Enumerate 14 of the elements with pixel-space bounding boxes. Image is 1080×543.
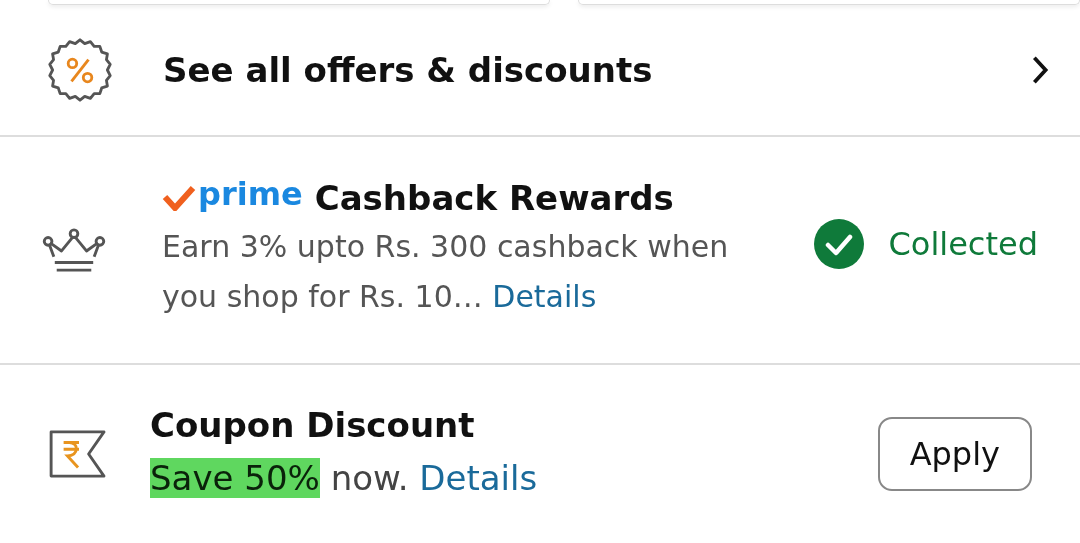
apply-button[interactable]: Apply — [877, 417, 1032, 491]
crown-icon — [40, 226, 108, 274]
offer-title: Cashback Rewards — [314, 178, 674, 218]
details-link[interactable]: Details — [419, 458, 538, 498]
offers-link[interactable]: See all offers & discounts — [163, 49, 1030, 90]
details-link[interactable]: Details — [492, 279, 597, 314]
offer-title: Coupon Discount — [150, 405, 476, 445]
offer-description: Earn 3% upto Rs. 300 cashback when you shop for Rs. 10… Details — [162, 228, 730, 316]
offer-description: Save 50% now. Details — [150, 457, 539, 500]
prime-logo-text: prime — [198, 175, 303, 213]
check-mark-icon — [162, 185, 196, 211]
discount-badge-icon — [46, 35, 114, 104]
status-label: Collected — [888, 225, 1038, 263]
chevron-right-icon[interactable] — [1030, 54, 1050, 85]
